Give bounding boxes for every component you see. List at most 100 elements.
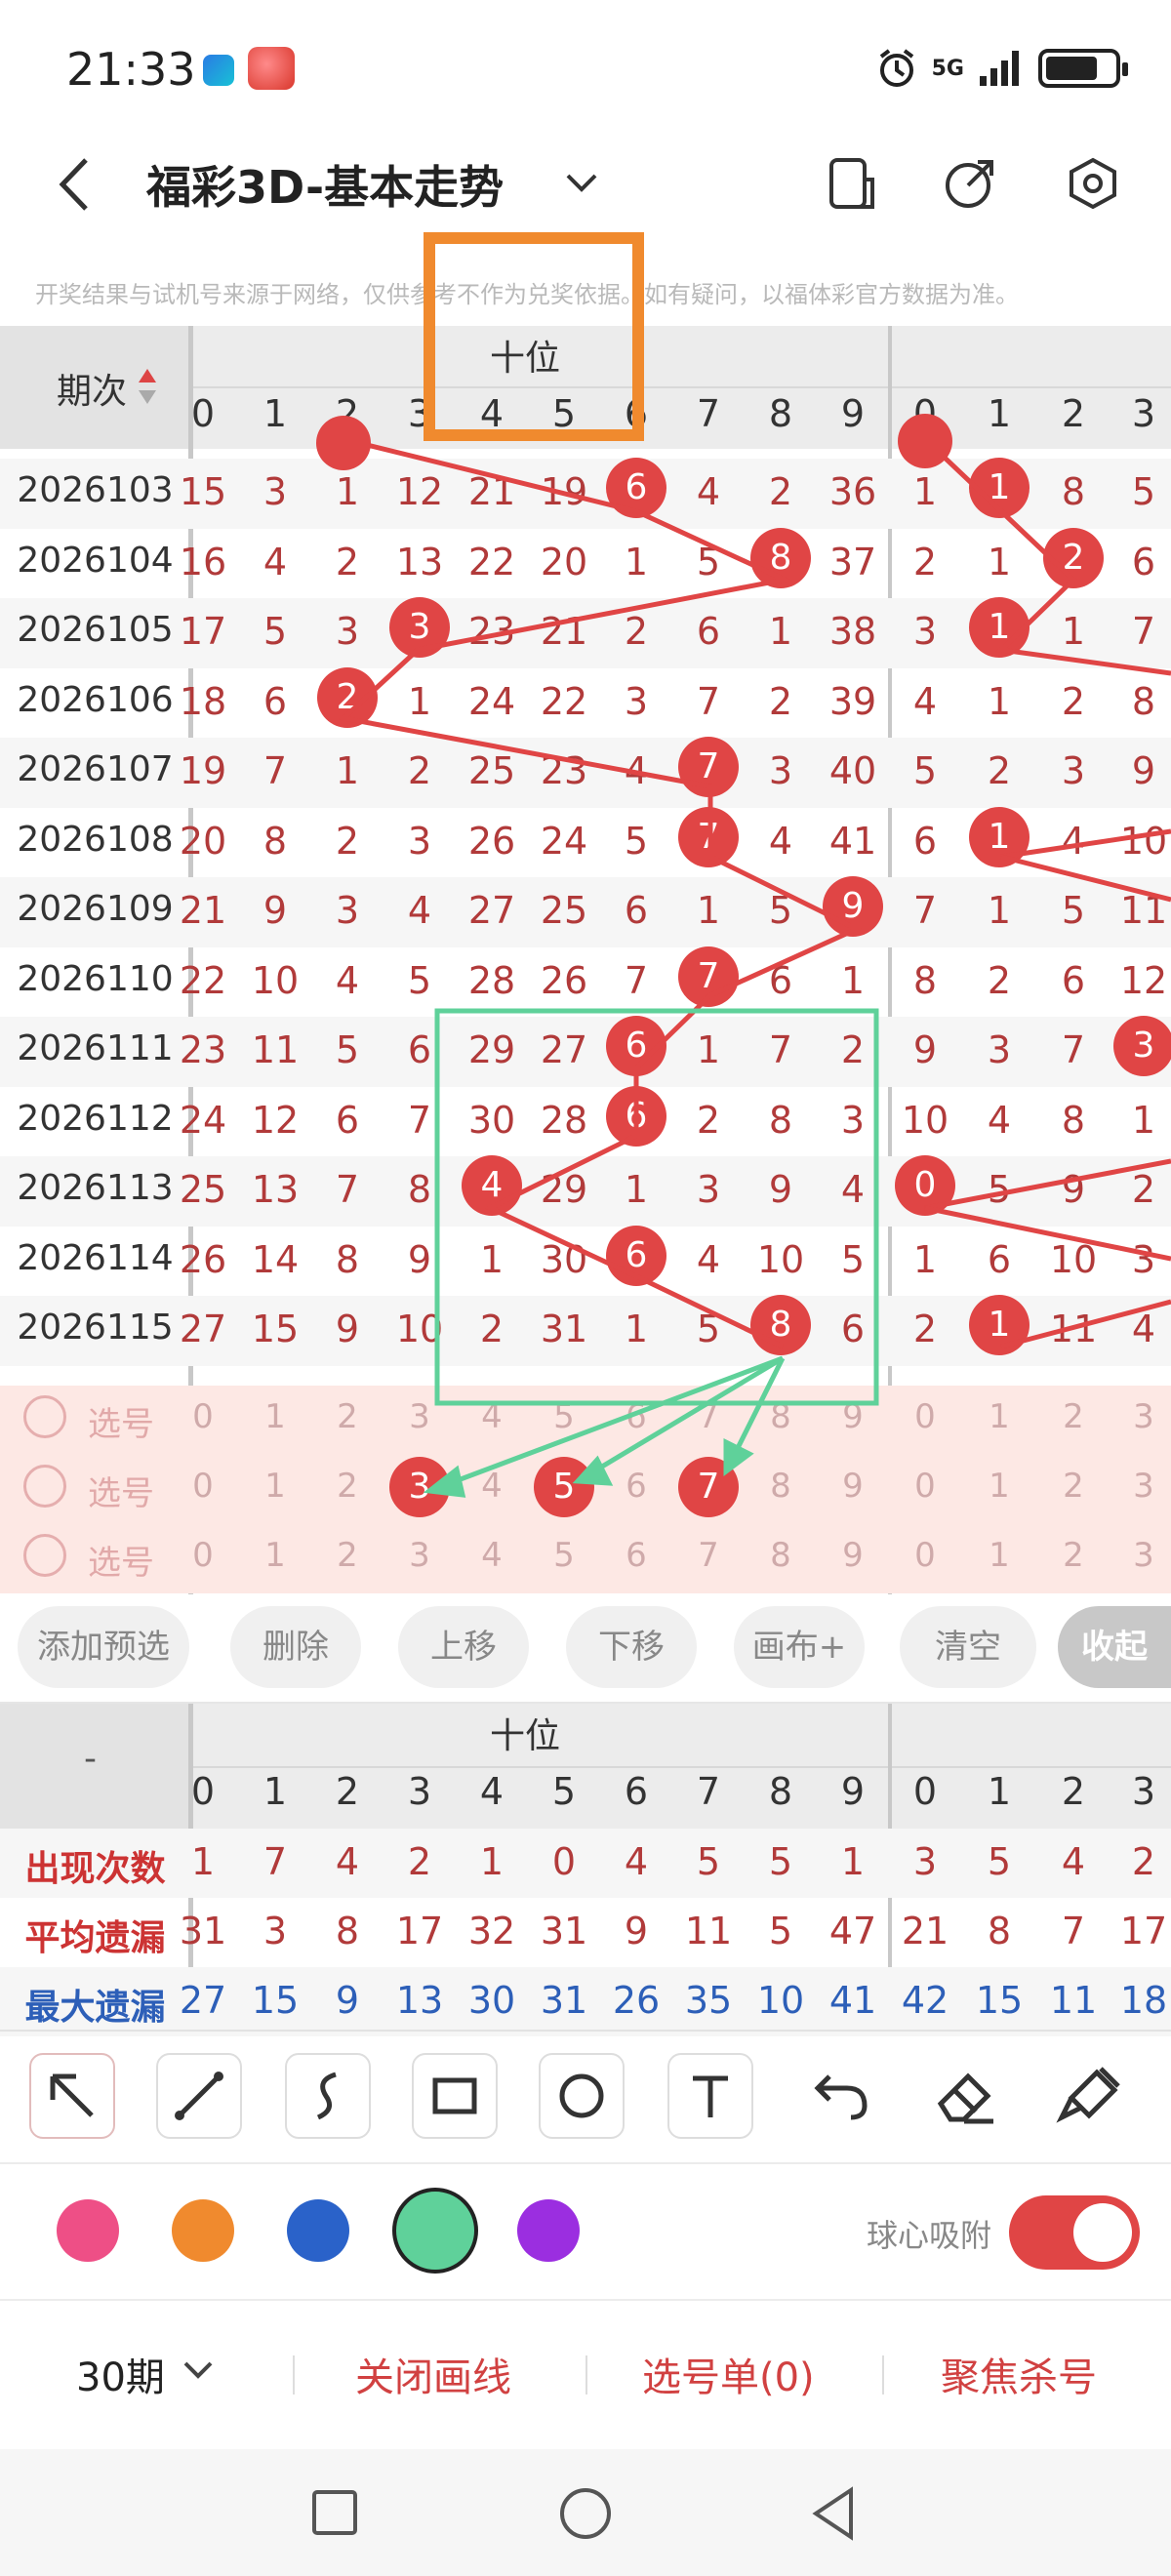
stats-cell: 47 [828,1910,877,1952]
text-tool[interactable] [667,2053,753,2139]
arrow-drawings[interactable] [423,1355,786,1498]
chevron-down-icon[interactable] [182,2359,215,2381]
stats-column-header: 9 [840,1770,866,1813]
stats-column-header: 4 [479,1770,505,1813]
line-icon [175,2072,223,2120]
stats-column-header: 3 [1131,1770,1156,1813]
drawing-layer [316,232,1171,1498]
stats-cell: 15 [975,1979,1024,2022]
stats-cell: 5 [768,1840,793,1883]
stats-cell: 8 [987,1910,1012,1952]
stats-cell: 32 [467,1910,516,1952]
undo-icon[interactable] [796,2063,878,2131]
stats-row-label: 平均遗漏 [24,1918,166,1958]
stats-cell: 15 [251,1979,300,2022]
stats-dash: - [84,1739,97,1779]
color-swatch[interactable] [57,2199,119,2262]
stats-cell: 26 [612,1979,661,2022]
rectangle-tool[interactable] [412,2053,498,2139]
action-button[interactable]: 上移 [398,1606,529,1688]
stats-cell: 5 [987,1840,1012,1883]
stats-cell: 3 [262,1910,288,1952]
stats-cell: 5 [768,1910,793,1952]
stats-cell: 31 [540,1979,588,2022]
stats-cell: 31 [179,1910,227,1952]
circle-icon [559,2073,604,2118]
stats-cell: 18 [1119,1979,1168,2022]
eraser-icon[interactable] [925,2059,1007,2133]
stats-cell: 1 [840,1840,866,1883]
text-icon [693,2075,728,2117]
color-swatch[interactable] [172,2199,234,2262]
stats-cell: 7 [262,1840,288,1883]
stats-row-label: 出现次数 [24,1849,166,1889]
back-nav-icon[interactable] [810,2486,855,2541]
stats-section-label: 十位 [490,1716,561,1756]
stats-cell: 11 [1049,1979,1098,2022]
recents-icon[interactable] [310,2488,359,2537]
stats-cell: 1 [190,1840,216,1883]
close-drawing-button[interactable]: 关闭画线 [355,2346,511,2402]
stats-cell: 4 [335,1840,360,1883]
stats-cell: 9 [624,1910,649,1952]
stats-cell: 10 [756,1979,805,2022]
stats-cell: 2 [407,1840,432,1883]
curve-tool[interactable] [285,2053,371,2139]
stats-cell: 11 [684,1910,733,1952]
stats-cell: 35 [684,1979,733,2022]
stats-cell: 2 [1131,1840,1156,1883]
stats-column-header: 1 [262,1770,288,1813]
line-tool[interactable] [156,2053,242,2139]
snap-toggle[interactable] [1009,2195,1140,2270]
stats-cell: 27 [179,1979,227,2022]
trend-line [338,436,1171,1349]
stats-cell: 17 [395,1910,444,1952]
pick-list-button[interactable]: 选号单(0) [642,2346,815,2402]
curve-icon [316,2072,337,2120]
stats-row-label: 最大遗漏 [24,1988,166,2028]
highlight-rectangle[interactable] [424,232,644,441]
stats-cell: 1 [479,1840,505,1883]
stats-cell: 0 [551,1840,577,1883]
stats-column-header: 2 [335,1770,360,1813]
snap-label: 球心吸附 [867,2217,992,2254]
arrow-up-left-icon [50,2073,94,2117]
stats-column-header: 6 [624,1770,649,1813]
stats-cell: 4 [1061,1840,1086,1883]
color-swatch[interactable] [392,2188,478,2274]
stats-column-header: 1 [987,1770,1012,1813]
stats-cell: 21 [901,1910,949,1952]
stats-cell: 41 [828,1979,877,2022]
clear-brush-icon[interactable] [1052,2059,1134,2133]
stats-column-header: 3 [407,1770,432,1813]
stats-column-header: 2 [1061,1770,1086,1813]
stats-column-header: 8 [768,1770,793,1813]
action-button[interactable]: 删除 [230,1606,361,1688]
pointer-tool[interactable] [29,2053,115,2139]
action-button[interactable]: 收起 [1058,1606,1171,1688]
action-button[interactable]: 画布+ [734,1606,865,1688]
color-swatch[interactable] [287,2199,349,2262]
stats-column-header: 0 [190,1770,216,1813]
rectangle-drawing[interactable] [434,1008,879,1406]
stats-cell: 3 [912,1840,938,1883]
stats-column-header: 5 [551,1770,577,1813]
stats-cell: 17 [1119,1910,1168,1952]
stats-cell: 9 [335,1979,360,2022]
action-button[interactable]: 下移 [566,1606,697,1688]
stats-cell: 30 [467,1979,516,2022]
period-select[interactable]: 30期 [76,2346,165,2402]
stats-cell: 7 [1061,1910,1086,1952]
focus-kill-button[interactable]: 聚焦杀号 [941,2346,1097,2402]
stats-cell: 8 [335,1910,360,1952]
color-swatch[interactable] [517,2199,580,2262]
stats-cell: 13 [395,1979,444,2022]
stats-cell: 42 [901,1979,949,2022]
action-button[interactable]: 添加预选 [18,1606,189,1688]
stats-column-header: 0 [912,1770,938,1813]
action-button[interactable]: 清空 [900,1606,1036,1688]
circle-tool[interactable] [539,2053,625,2139]
stats-column-header: 7 [696,1770,721,1813]
stats-cell: 4 [624,1840,649,1883]
home-icon[interactable] [558,2486,613,2541]
